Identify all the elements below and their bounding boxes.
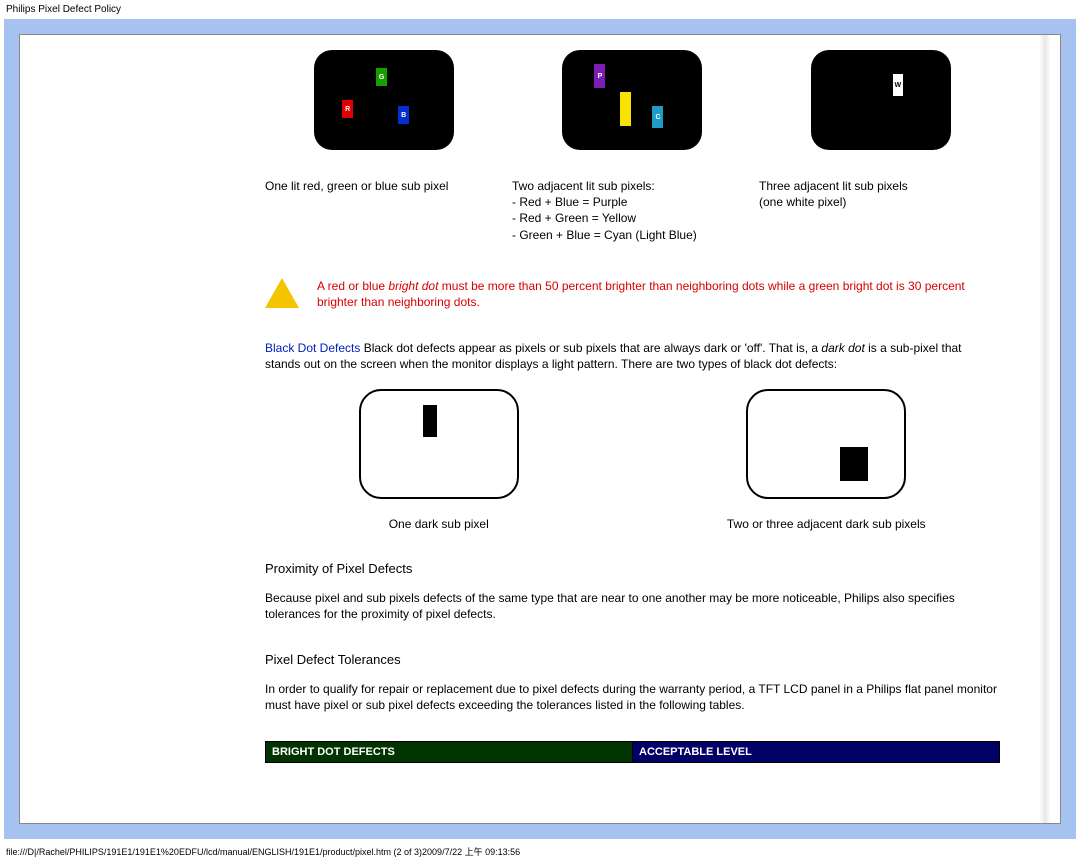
main-content: R G B P C W bbox=[235, 35, 1030, 823]
caption-2-line2: - Red + Blue = Purple bbox=[512, 195, 627, 209]
table-header-2: ACCEPTABLE LEVEL bbox=[633, 742, 1000, 763]
table-row: BRIGHT DOT DEFECTS ACCEPTABLE LEVEL bbox=[266, 742, 1000, 763]
warn-italic: bright dot bbox=[388, 279, 438, 293]
subpixel-yellow bbox=[620, 92, 631, 126]
illus-pyc: P C bbox=[513, 50, 751, 160]
subpixel-green: G bbox=[376, 68, 387, 86]
tolerance-table: BRIGHT DOT DEFECTS ACCEPTABLE LEVEL bbox=[265, 741, 1000, 763]
screen-white: W bbox=[811, 50, 951, 150]
proximity-body: Because pixel and sub pixels defects of … bbox=[265, 590, 1000, 622]
right-gutter bbox=[1030, 35, 1060, 823]
caption-2: Two adjacent lit sub pixels: - Red + Blu… bbox=[512, 178, 753, 243]
caption-3-line1: Three adjacent lit sub pixels bbox=[759, 179, 908, 193]
caption-3: Three adjacent lit sub pixels (one white… bbox=[759, 178, 1000, 243]
proximity-heading: Proximity of Pixel Defects bbox=[265, 561, 1000, 576]
page-frame-inner: R G B P C W bbox=[19, 34, 1061, 824]
page-frame-outer: R G B P C W bbox=[4, 19, 1076, 839]
subpixel-cyan: C bbox=[652, 106, 663, 128]
subpixel-white: W bbox=[893, 74, 903, 96]
illus-white: W bbox=[762, 50, 1000, 160]
dark-dot-illustrations bbox=[265, 389, 1000, 509]
dark-subpixel-1 bbox=[423, 405, 437, 437]
subpixel-red: R bbox=[342, 100, 353, 118]
page-title: Philips Pixel Defect Policy bbox=[0, 0, 1080, 19]
warning-icon bbox=[265, 278, 299, 308]
screen-rgb: R G B bbox=[314, 50, 454, 150]
illus-dark-1 bbox=[265, 389, 613, 509]
caption-2-line1: Two adjacent lit sub pixels: bbox=[512, 179, 655, 193]
footer-file-path: file:///D|/Rachel/PHILIPS/191E1/191E1%20… bbox=[0, 839, 1080, 864]
tolerances-heading: Pixel Defect Tolerances bbox=[265, 652, 1000, 667]
screen-light-1 bbox=[359, 389, 519, 499]
caption-2-line4: - Green + Blue = Cyan (Light Blue) bbox=[512, 228, 697, 242]
bright-dot-illustrations: R G B P C W bbox=[265, 50, 1000, 160]
left-gutter bbox=[20, 35, 235, 823]
dark-caption-2: Two or three adjacent dark sub pixels bbox=[653, 517, 1001, 531]
caption-1: One lit red, green or blue sub pixel bbox=[265, 178, 506, 243]
black-dot-italic: dark dot bbox=[821, 341, 864, 355]
dark-caption-1: One dark sub pixel bbox=[265, 517, 613, 531]
caption-2-line3: - Red + Green = Yellow bbox=[512, 211, 636, 225]
tolerances-body: In order to qualify for repair or replac… bbox=[265, 681, 1000, 713]
black-dot-lead: Black Dot Defects bbox=[265, 341, 360, 355]
warning-text: A red or blue bright dot must be more th… bbox=[317, 278, 1000, 310]
caption-3-line2: (one white pixel) bbox=[759, 195, 846, 209]
illus-rgb: R G B bbox=[265, 50, 503, 160]
screen-light-2 bbox=[746, 389, 906, 499]
subpixel-blue: B bbox=[398, 106, 409, 124]
illus-dark-2 bbox=[653, 389, 1001, 509]
screen-pyc: P C bbox=[562, 50, 702, 150]
table-header-1: BRIGHT DOT DEFECTS bbox=[266, 742, 633, 763]
black-dot-paragraph: Black Dot Defects Black dot defects appe… bbox=[265, 340, 1000, 372]
dark-subpixel-2 bbox=[840, 447, 868, 481]
bright-dot-captions: One lit red, green or blue sub pixel Two… bbox=[265, 178, 1000, 243]
warn-part1: A red or blue bbox=[317, 279, 388, 293]
subpixel-purple: P bbox=[594, 64, 605, 88]
dark-dot-captions: One dark sub pixel Two or three adjacent… bbox=[265, 517, 1000, 531]
black-dot-rest1: Black dot defects appear as pixels or su… bbox=[360, 341, 821, 355]
warning-block: A red or blue bright dot must be more th… bbox=[265, 278, 1000, 310]
